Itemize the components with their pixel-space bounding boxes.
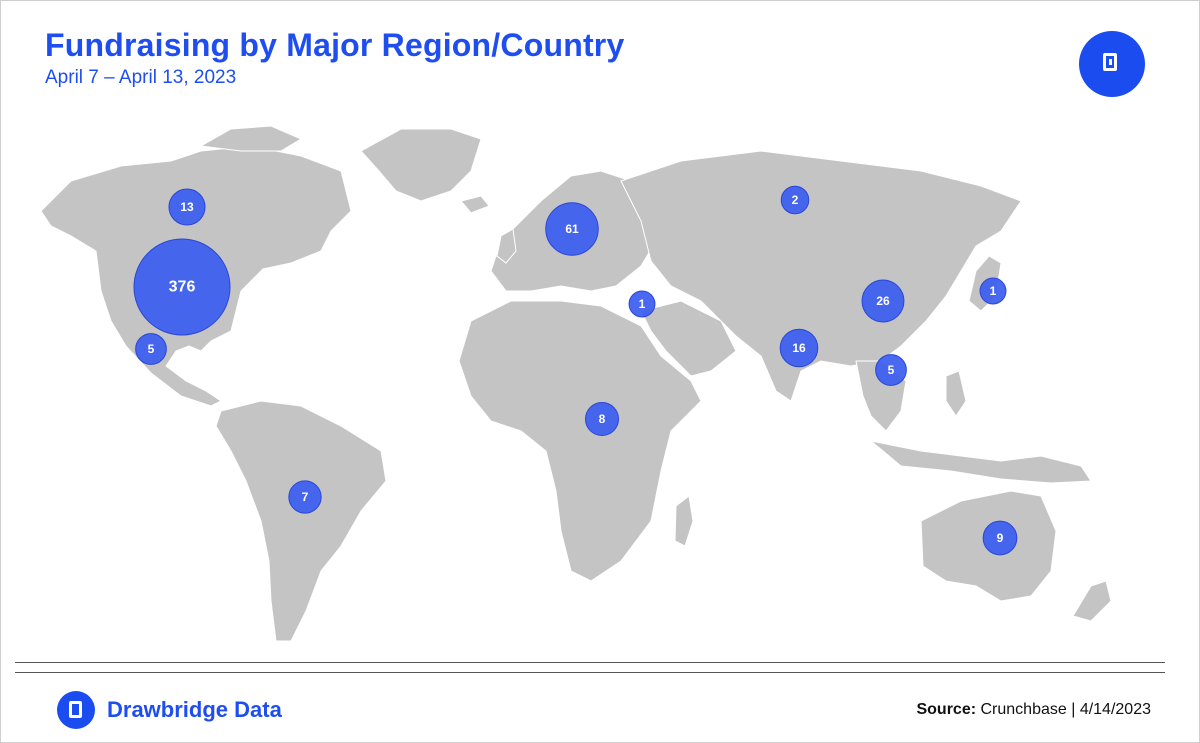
footer-divider <box>15 662 1165 663</box>
bubble-value-label: 5 <box>888 363 895 377</box>
bubble-india: 16 <box>779 328 819 368</box>
land-madagascar <box>674 495 694 547</box>
bubble-value-label: 16 <box>792 341 806 355</box>
land-arctic-islands <box>199 125 303 152</box>
chart-frame: Fundraising by Major Region/Country Apri… <box>0 0 1200 743</box>
bubble-value-label: 13 <box>180 200 194 214</box>
world-map: 13 376 5 7 61 2 1 8 16 26 1 5 9 <box>40 125 1112 642</box>
land-south-america <box>215 400 387 642</box>
bubble-japan: 1 <box>979 277 1007 305</box>
land-indonesia <box>870 440 1092 484</box>
bubble-southeast-asia: 5 <box>875 354 907 386</box>
bubble-canada: 13 <box>168 188 206 226</box>
bubble-israel: 1 <box>628 290 656 318</box>
bubble-china: 26 <box>861 279 905 323</box>
bubble-value-label: 2 <box>792 193 799 207</box>
land-new-zealand <box>1072 580 1112 622</box>
bubble-value-label: 1 <box>990 284 997 298</box>
bubble-united-states: 376 <box>133 238 231 336</box>
bubble-africa: 8 <box>584 401 620 437</box>
bubble-europe: 61 <box>545 202 599 256</box>
bubble-value-label: 1 <box>639 297 646 311</box>
footer-divider <box>15 672 1165 673</box>
bubble-australia: 9 <box>982 520 1018 556</box>
bubble-value-label: 8 <box>599 412 606 426</box>
bubble-value-label: 9 <box>997 531 1004 545</box>
bubble-brazil: 7 <box>288 480 322 514</box>
bubble-russia: 2 <box>780 185 810 215</box>
bubble-mexico: 5 <box>135 333 167 365</box>
bubble-value-label: 7 <box>302 490 309 504</box>
drawbridge-logo-icon <box>57 691 95 729</box>
land-iceland <box>460 195 490 214</box>
bubble-value-label: 5 <box>148 342 155 356</box>
source-note: Source: Crunchbase | 4/14/2023 <box>916 701 1151 719</box>
brand: Drawbridge Data <box>57 691 282 729</box>
bubble-value-label: 61 <box>565 222 579 236</box>
bubble-value-label: 376 <box>169 279 196 296</box>
brand-name: Drawbridge Data <box>107 697 282 722</box>
land-philippines <box>945 370 967 417</box>
source-label: Source: <box>916 701 977 718</box>
source-text: Crunchbase | 4/14/2023 <box>976 701 1151 718</box>
bubble-value-label: 26 <box>876 294 890 308</box>
land-greenland <box>360 128 482 202</box>
